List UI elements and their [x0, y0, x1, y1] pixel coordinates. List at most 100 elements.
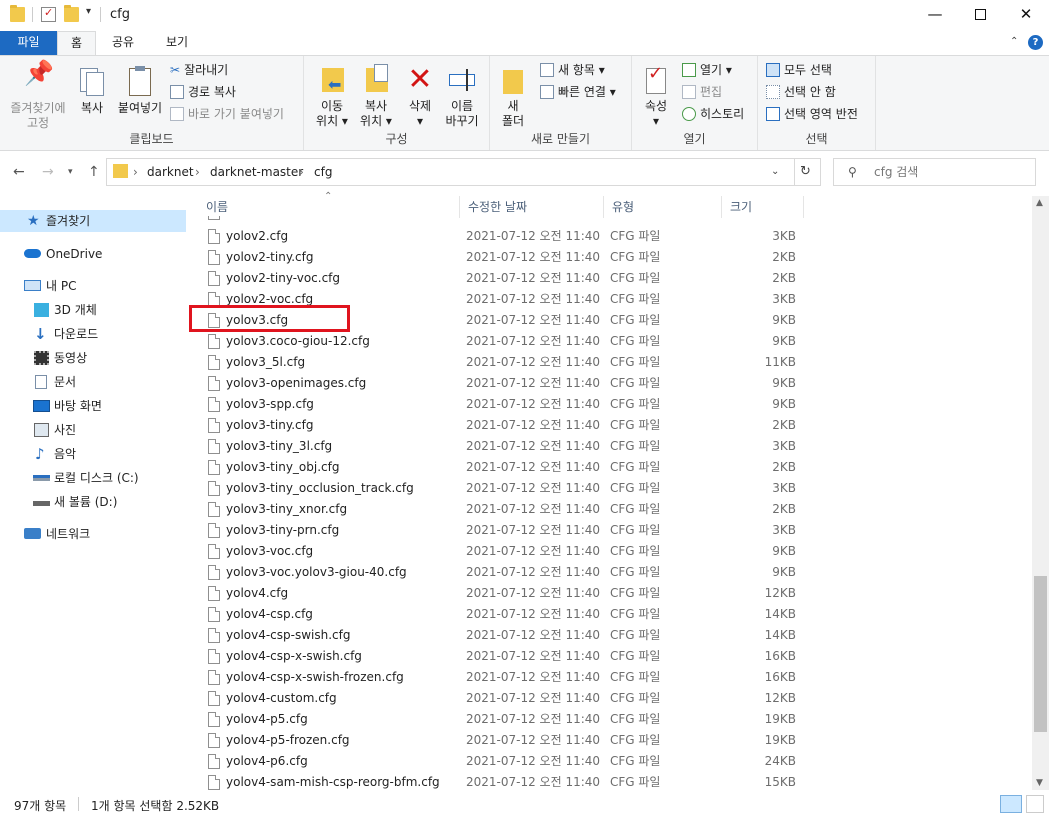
nav-item-downloads[interactable]: ↓ 다운로드 [0, 323, 186, 345]
nav-item-documents[interactable]: 문서 [0, 371, 186, 393]
file-row[interactable]: yolov4-custom.cfg 2021-07-12 오전 11:40 CFG … [198, 688, 808, 709]
file-row[interactable]: yolov2.cfg 2021-07-12 오전 11:40 CFG 파일 3KB [198, 226, 808, 247]
file-row[interactable]: yolov3-spp.cfg 2021-07-12 오전 11:40 CFG 파일 9… [198, 394, 808, 415]
properties-button[interactable]: ✓ 속성 ▾ [638, 64, 674, 129]
file-icon [208, 544, 220, 559]
edit-button[interactable]: 편집 [682, 82, 722, 102]
address-dropdown-icon[interactable]: ⌄ [771, 166, 779, 177]
file-row[interactable]: yolov3-tiny_occlusion_track.cfg 2021-07-1… [198, 478, 808, 499]
move-to-button[interactable]: ⬅ 이동 위치 ▾ [310, 64, 354, 129]
paste-button[interactable]: 붙여넣기 [114, 66, 166, 116]
customize-qat-icon[interactable]: ▾ [86, 6, 91, 17]
nav-item-this-pc[interactable]: 내 PC [0, 275, 186, 297]
select-all-button[interactable]: 모두 선택 [766, 60, 832, 80]
maximize-button[interactable] [957, 0, 1003, 31]
address-box[interactable]: › darknet › darknet-master › cfg ⌄ ↻ [106, 158, 821, 186]
file-row[interactable]: yolov4.cfg 2021-07-12 오전 11:40 CFG 파일 12KB [198, 583, 808, 604]
copy-to-button[interactable]: 복사 위치 ▾ [354, 64, 398, 129]
file-row[interactable]: yolov4-p5.cfg 2021-07-12 오전 11:40 CFG 파일 19… [198, 709, 808, 730]
item-count: 97개 항목 [14, 799, 67, 813]
new-folder-icon[interactable] [64, 5, 79, 22]
scroll-up-icon[interactable]: ▲ [1036, 198, 1043, 208]
close-button[interactable]: ✕ [1003, 0, 1049, 31]
file-row[interactable]: yolov2-tiny-voc.cfg 2021-07-12 오전 11:40 CF… [198, 268, 808, 289]
column-header-size[interactable]: 크기 [722, 196, 804, 218]
file-row[interactable]: yolov4-csp-x-swish.cfg 2021-07-12 오전 11:4… [198, 646, 808, 667]
nav-item-onedrive[interactable]: OneDrive [0, 243, 186, 265]
scrollbar-thumb[interactable] [1034, 576, 1047, 732]
file-row[interactable]: yolov3-voc.yolov3-giou-40.cfg 2021-07-12 … [198, 562, 808, 583]
breadcrumb-item[interactable]: darknet [147, 165, 194, 179]
rename-button[interactable]: 이름 바꾸기 [440, 64, 484, 129]
breadcrumb-separator-icon[interactable]: › [195, 165, 200, 179]
tab-home[interactable]: 홈 [57, 31, 96, 56]
breadcrumb-separator-icon[interactable]: › [133, 165, 138, 179]
easy-access-button[interactable]: 빠른 연결 ▾ [540, 82, 616, 102]
select-none-button[interactable]: 선택 안 함 [766, 82, 836, 102]
file-row[interactable]: yolov3-tiny_obj.cfg 2021-07-12 오전 11:40 CF… [198, 457, 808, 478]
copy-path-button[interactable]: 경로 복사 [170, 82, 236, 102]
nav-item-videos[interactable]: 동영상 [0, 347, 186, 369]
large-icons-view-icon[interactable] [1026, 795, 1044, 813]
file-row[interactable]: yolov3-openimages.cfg 2021-07-12 오전 11:40… [198, 373, 808, 394]
nav-item-new-volume[interactable]: 새 볼륨 (D:) [0, 491, 186, 513]
vertical-scrollbar[interactable]: ▲ ▼ [1032, 196, 1049, 790]
breadcrumb-item[interactable]: cfg [314, 165, 332, 179]
refresh-icon[interactable]: ↻ [800, 164, 811, 179]
tab-view[interactable]: 보기 [152, 31, 202, 55]
column-header-name[interactable]: 이름 [198, 196, 460, 218]
delete-button[interactable]: ✕ 삭제 ▾ [400, 64, 440, 129]
invert-selection-button[interactable]: 선택 영역 반전 [766, 104, 858, 124]
breadcrumb-item[interactable]: darknet-master [210, 165, 303, 179]
nav-item-desktop[interactable]: 바탕 화면 [0, 395, 186, 417]
nav-item-pictures[interactable]: 사진 [0, 419, 186, 441]
properties-icon[interactable]: ✓ [41, 6, 56, 22]
tab-file[interactable]: 파일 [0, 31, 57, 55]
file-row[interactable]: yolov3_5l.cfg 2021-07-12 오전 11:40 CFG 파일 11… [198, 352, 808, 373]
file-size: 9KB [772, 313, 796, 327]
cut-button[interactable]: ✂ 잘라내기 [170, 60, 228, 80]
file-row[interactable]: yolov4-csp-swish.cfg 2021-07-12 오전 11:40 C… [198, 625, 808, 646]
minimize-button[interactable]: — [912, 0, 958, 31]
file-row[interactable]: yolov3-tiny.cfg 2021-07-12 오전 11:40 CFG 파일… [198, 415, 808, 436]
help-icon[interactable]: ? [1028, 35, 1043, 50]
file-row[interactable]: yolov3-tiny_xnor.cfg 2021-07-12 오전 11:40 C… [198, 499, 808, 520]
search-input[interactable]: ⚲ cfg 검색 [833, 158, 1036, 186]
nav-item-network[interactable]: 네트워크 [0, 523, 186, 545]
file-row[interactable]: yolov4-p5-frozen.cfg 2021-07-12 오전 11:40 C… [198, 730, 808, 751]
file-date: 2021-07-12 오전 11:40 [466, 481, 601, 495]
file-row[interactable]: yolov4-p6.cfg 2021-07-12 오전 11:40 CFG 파일 24… [198, 751, 808, 772]
new-folder-button[interactable]: 새 폴더 [498, 64, 528, 129]
file-row[interactable]: yolov4-csp.cfg 2021-07-12 오전 11:40 CFG 파일 1… [198, 604, 808, 625]
file-row[interactable]: yolov3-tiny_3l.cfg 2021-07-12 오전 11:40 CFG… [198, 436, 808, 457]
back-arrow-icon[interactable]: ← [13, 164, 25, 180]
file-row[interactable]: yolov2-tiny.cfg 2021-07-12 오전 11:40 CFG 파일… [198, 247, 808, 268]
up-arrow-icon[interactable]: ↑ [88, 164, 100, 180]
nav-item-music[interactable]: ♪ 음악 [0, 443, 186, 465]
rename-label-2: 바꾸기 [445, 114, 479, 128]
file-row[interactable]: yolov3.coco-giou-12.cfg 2021-07-12 오전 11:… [198, 331, 808, 352]
file-row[interactable]: yolov4-csp-x-swish-frozen.cfg 2021-07-12 … [198, 667, 808, 688]
minimize-ribbon-icon[interactable]: ⌃ [1010, 36, 1018, 47]
column-header-type[interactable]: 유형 [604, 196, 722, 218]
open-button[interactable]: 열기 ▾ [682, 60, 732, 80]
file-row[interactable]: yolov4-sam-mish-csp-reorg-bfm.cfg 2021-07… [198, 772, 808, 790]
breadcrumb-separator-icon[interactable]: › [299, 165, 304, 179]
column-header-date[interactable]: 수정한 날짜 [460, 196, 604, 218]
new-item-button[interactable]: 새 항목 ▾ [540, 60, 605, 80]
forward-arrow-icon[interactable]: → [42, 164, 54, 180]
copy-button[interactable]: 복사 [72, 66, 112, 116]
file-row[interactable]: yolov3-voc.cfg 2021-07-12 오전 11:40 CFG 파일 9… [198, 541, 808, 562]
history-button[interactable]: 히스토리 [682, 104, 744, 124]
recent-chevron-icon[interactable]: ▾ [68, 167, 73, 177]
nav-item-3d-objects[interactable]: 3D 개체 [0, 299, 186, 321]
pin-quick-access-button[interactable]: 📌 즐겨찾기에 고정 [6, 61, 70, 131]
tab-share[interactable]: 공유 [100, 31, 146, 55]
details-view-icon[interactable] [1000, 795, 1022, 813]
paste-shortcut-button[interactable]: 바로 가기 붙여넣기 [170, 104, 284, 124]
scroll-down-icon[interactable]: ▼ [1036, 778, 1043, 788]
file-row[interactable]: yolov3-tiny-prn.cfg 2021-07-12 오전 11:40 CF… [198, 520, 808, 541]
nav-item-local-disk[interactable]: 로컬 디스크 (C:) [0, 467, 186, 489]
nav-item-quick-access[interactable]: ★ 즐겨찾기 [0, 210, 186, 232]
easy-access-icon [540, 85, 554, 99]
